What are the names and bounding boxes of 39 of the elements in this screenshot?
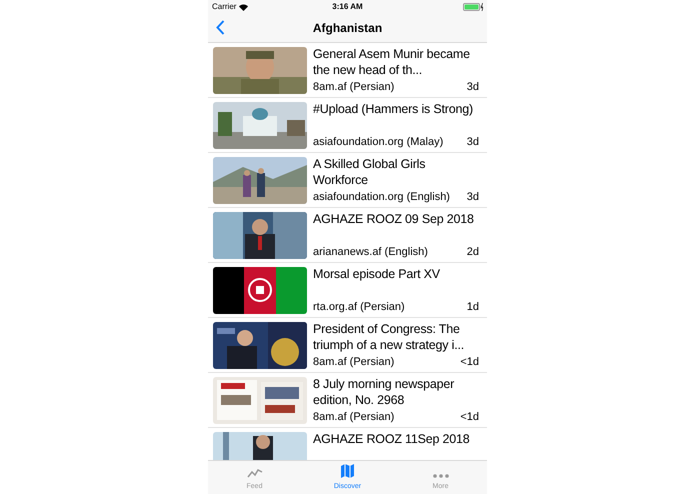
article-source: 8am.af (Persian) <box>313 411 394 424</box>
article-row[interactable]: 8 July morning newspaper edition, No. 2968 8am.af (Persian) <1d <box>208 373 487 428</box>
article-title: General Asem Munir became the new head of th... <box>313 46 471 78</box>
trend-line-icon <box>246 468 262 478</box>
wifi-icon <box>239 4 248 10</box>
article-title: Morsal episode Part XV <box>313 266 441 282</box>
back-button[interactable] <box>216 20 225 35</box>
article-source: asiafoundation.org (Malay) <box>313 136 444 149</box>
article-title: 8 July morning newspaper edition, No. 2968 <box>313 376 456 408</box>
article-row[interactable]: President of Congress: The triumph of a new strategy i... 8am.af (Persian) <1d <box>208 318 487 373</box>
article-title: AGHAZE ROOZ 11Sep 2018 <box>313 431 471 447</box>
article-age: 1d <box>466 301 479 314</box>
article-age: 2d <box>466 246 479 259</box>
article-age: <1d <box>460 356 479 369</box>
article-title: #Upload (Hammers is Strong) <box>313 101 474 117</box>
article-title: President of Congress: The triumph of a new strategy i... <box>313 321 466 353</box>
article-title: A Skilled Global Girls Workforce <box>313 156 426 188</box>
article-age: 3d <box>466 191 479 204</box>
back-icon <box>216 20 225 35</box>
article-title: AGHAZE ROOZ 09 Sep 2018 <box>313 211 475 227</box>
article-row[interactable]: A Skilled Global Girls Workforce asiafoundation.org (English) 3d <box>208 153 487 208</box>
article-source: 8am.af (Persian) <box>313 81 394 94</box>
article-row[interactable]: Morsal episode Part XV rta.org.af (Persian) 1d <box>208 263 487 318</box>
carrier-label: Carrier <box>212 1 236 13</box>
article-age: 3d <box>466 136 479 149</box>
battery-icon <box>462 3 483 11</box>
article-row[interactable]: AGHAZE ROOZ 09 Sep 2018 ariananews.af (English) 2d <box>208 208 487 263</box>
clock-time: 3:16 AM <box>332 1 363 13</box>
article-source: asiafoundation.org (English) <box>313 191 450 204</box>
article-source: ariananews.af (English) <box>313 246 428 259</box>
article-age: 3d <box>466 81 479 94</box>
article-age: <1d <box>460 411 479 424</box>
article-source: 8am.af (Persian) <box>313 356 394 369</box>
map-icon <box>341 464 354 478</box>
more-icon <box>432 474 448 478</box>
article-source: rta.org.af (Persian) <box>313 301 405 314</box>
article-row[interactable]: #Upload (Hammers is Strong) asiafoundation.org (Malay) 3d <box>208 98 487 153</box>
nav-title: Afghanistan <box>312 20 382 37</box>
article-row[interactable]: General Asem Munir became the new head of th... 8am.af (Persian) 3d <box>208 43 487 98</box>
